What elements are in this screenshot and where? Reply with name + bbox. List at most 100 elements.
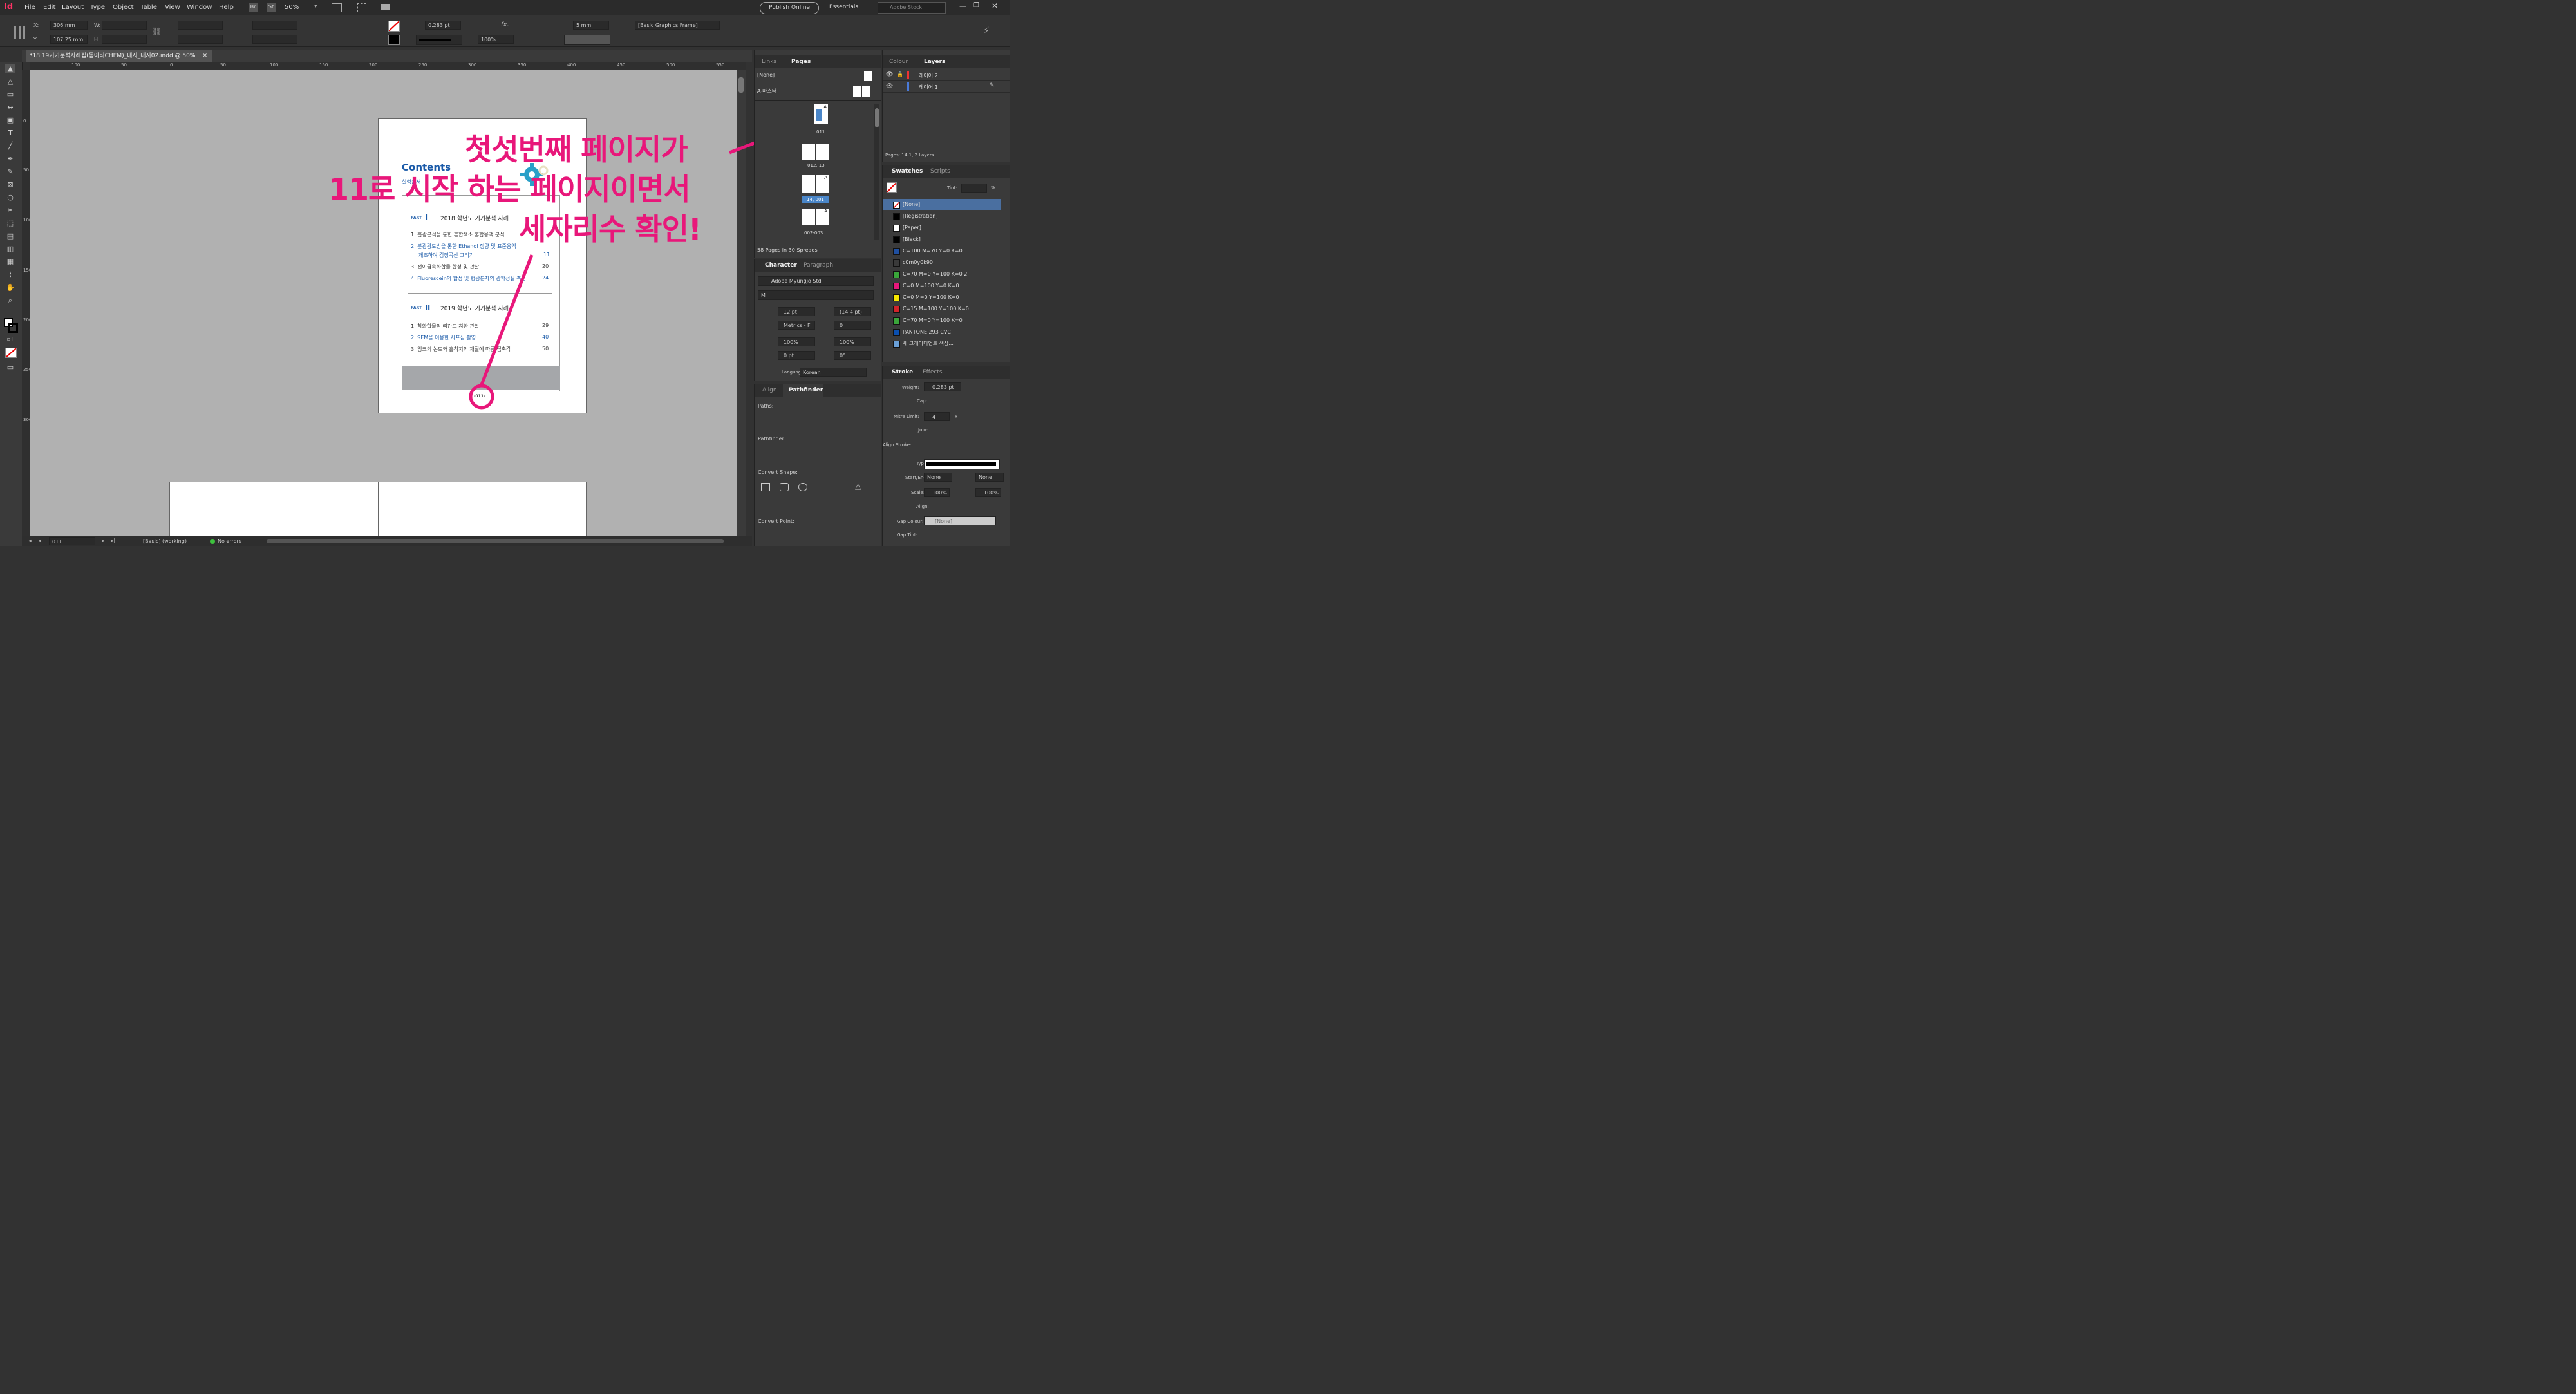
stroke-weight-input[interactable]: 0.283 pt [924, 382, 961, 391]
quick-apply-icon[interactable]: ⚡ [983, 26, 990, 36]
stroke-box-icon[interactable] [8, 323, 18, 333]
menu-type[interactable]: Type [90, 4, 105, 11]
lock-icon[interactable]: 🔒 [897, 71, 903, 77]
frame-fitting-field[interactable] [564, 35, 610, 45]
shear-field[interactable] [252, 35, 297, 44]
gap-field[interactable]: 5 mm [573, 21, 609, 30]
publish-online-button[interactable]: Publish Online [760, 2, 819, 14]
hand-tool-icon[interactable]: ✋ [5, 283, 15, 292]
previous-page-icon[interactable]: ◂ [39, 538, 41, 543]
a-master[interactable]: A-마스터 [757, 88, 776, 95]
stock-search-field[interactable]: Adobe Stock [878, 2, 946, 14]
stroke-swatch-icon[interactable] [388, 35, 400, 45]
close-icon[interactable]: ✕ [992, 1, 998, 10]
constrain-proportions-icon[interactable]: ⛓ [152, 27, 162, 36]
tab-colour[interactable]: Colour [889, 59, 908, 65]
end-select[interactable]: None [975, 473, 1004, 482]
tab-layers[interactable]: Layers [924, 59, 945, 65]
stroke-type-select[interactable] [924, 459, 1000, 469]
arrange-documents-icon[interactable] [381, 4, 390, 10]
font-style-field[interactable]: M [758, 290, 874, 300]
tab-scripts[interactable]: Scripts [930, 168, 950, 174]
page-thumbnail[interactable]: A [816, 175, 829, 193]
preflight-profile[interactable]: [Basic] (working) [143, 538, 187, 544]
reference-point-icon[interactable] [14, 26, 27, 39]
swatch-row[interactable]: 새 그레이디언트 색상... [883, 338, 1001, 349]
page-thumbnail[interactable] [802, 175, 815, 193]
menu-file[interactable]: File [24, 4, 35, 11]
none-master[interactable]: [None] [757, 72, 775, 78]
layer-row[interactable]: 👁 🔒 레이어 2 [883, 70, 1010, 81]
horizontal-scale-field[interactable]: 100% [834, 337, 871, 346]
tab-paragraph[interactable]: Paragraph [804, 262, 833, 268]
tab-align[interactable]: Align [762, 387, 777, 393]
start-select[interactable]: None [924, 473, 952, 482]
formatting-affects-container-icon[interactable]: ▫T [5, 335, 15, 344]
menu-help[interactable]: Help [219, 4, 234, 11]
restore-icon[interactable]: ❐ [973, 2, 979, 9]
menu-window[interactable]: Window [187, 4, 212, 11]
swatch-row[interactable]: C=0 M=0 Y=100 K=0 [883, 292, 1001, 303]
tab-swatches[interactable]: Swatches [892, 168, 923, 174]
eyedropper-tool-icon[interactable]: ⌇ [5, 270, 15, 279]
page-number-field[interactable]: 011 [49, 537, 95, 545]
mitre-limit-field[interactable]: 4 [924, 412, 950, 421]
menu-layout[interactable]: Layout [62, 4, 84, 11]
screen-mode-icon[interactable] [357, 3, 366, 12]
line-tool-icon[interactable]: ╱ [5, 142, 15, 151]
swatch-row[interactable]: C=70 M=0 Y=100 K=0 [883, 315, 1001, 326]
layer-row[interactable]: 👁 레이어 1 ✎ [883, 81, 1010, 93]
layer-name[interactable]: 레이어 1 [919, 84, 938, 91]
gap-colour-select[interactable]: [None] [924, 516, 996, 525]
note-tool-icon[interactable]: ▦ [5, 258, 15, 267]
tint-field[interactable] [961, 184, 987, 193]
vertical-scale-field[interactable]: 100% [778, 337, 815, 346]
kerning-field[interactable]: Metrics - F [778, 321, 815, 330]
stroke-type-field[interactable] [416, 35, 462, 45]
triangle-shape-icon[interactable]: △ [855, 482, 861, 491]
spread-right-page[interactable] [378, 482, 587, 536]
type-tool-icon[interactable]: T [5, 129, 15, 138]
ellipse-shape-icon[interactable] [798, 483, 807, 491]
rounded-rectangle-shape-icon[interactable] [780, 483, 789, 491]
swatch-row[interactable]: C=15 M=100 Y=100 K=0 [883, 303, 1001, 314]
selection-tool-icon[interactable]: ▲ [5, 64, 15, 73]
x-field[interactable]: 306 mm [50, 21, 88, 30]
swatch-row[interactable]: C=70 M=0 Y=100 K=0 2 [883, 268, 1001, 279]
minimize-icon[interactable]: — [959, 2, 966, 10]
gradient-swatch-tool-icon[interactable]: ▤ [5, 232, 15, 241]
document-tab[interactable]: *18.19기기분석사례집(동아리CHEM)_내지_내지02.indd @ 50… [26, 50, 212, 62]
a-master-thumb-right[interactable] [862, 86, 870, 97]
stroke-weight-field[interactable]: 0.283 pt [425, 21, 461, 30]
tab-pathfinder[interactable]: Pathfinder [789, 387, 823, 393]
tracking-field[interactable]: 0 [834, 321, 871, 330]
swatch-row[interactable]: [None] [883, 199, 1001, 210]
content-collector-icon[interactable]: ▣ [5, 116, 15, 125]
tab-pages[interactable]: Pages [791, 59, 811, 65]
last-page-icon[interactable]: ▸| [111, 538, 115, 543]
menu-view[interactable]: View [165, 4, 180, 11]
font-size-field[interactable]: 12 pt [778, 307, 815, 316]
tab-stroke[interactable]: Stroke [892, 369, 913, 375]
swatch-row[interactable]: PANTONE 293 CVC [883, 326, 1001, 337]
eye-icon[interactable]: 👁 [886, 71, 893, 78]
y-field[interactable]: 107.25 mm [50, 35, 88, 44]
menu-object[interactable]: Object [113, 4, 134, 11]
rotation-field[interactable] [252, 21, 297, 30]
vertical-scrollbar[interactable] [737, 70, 746, 536]
baseline-shift-field[interactable]: 0 pt [778, 351, 815, 360]
page-thumbnail[interactable] [802, 209, 815, 225]
pages-scrollbar[interactable] [874, 104, 879, 240]
workspace-switcher[interactable]: Essentials [829, 4, 858, 10]
page-thumbnail[interactable]: A [816, 209, 829, 225]
a-master-thumb-left[interactable] [853, 86, 861, 97]
pen-tool-icon[interactable]: ✒ [5, 155, 15, 164]
ellipse-tool-icon[interactable]: ○ [5, 193, 15, 202]
stock-button[interactable]: St [267, 3, 276, 12]
next-page-icon[interactable]: ▸ [102, 538, 104, 543]
fx-icon[interactable]: fx. [501, 21, 509, 28]
preflight-errors[interactable]: No errors [218, 538, 241, 544]
none-master-thumb[interactable] [864, 71, 872, 81]
tab-links[interactable]: Links [762, 59, 776, 65]
apply-none-icon[interactable] [5, 348, 17, 358]
